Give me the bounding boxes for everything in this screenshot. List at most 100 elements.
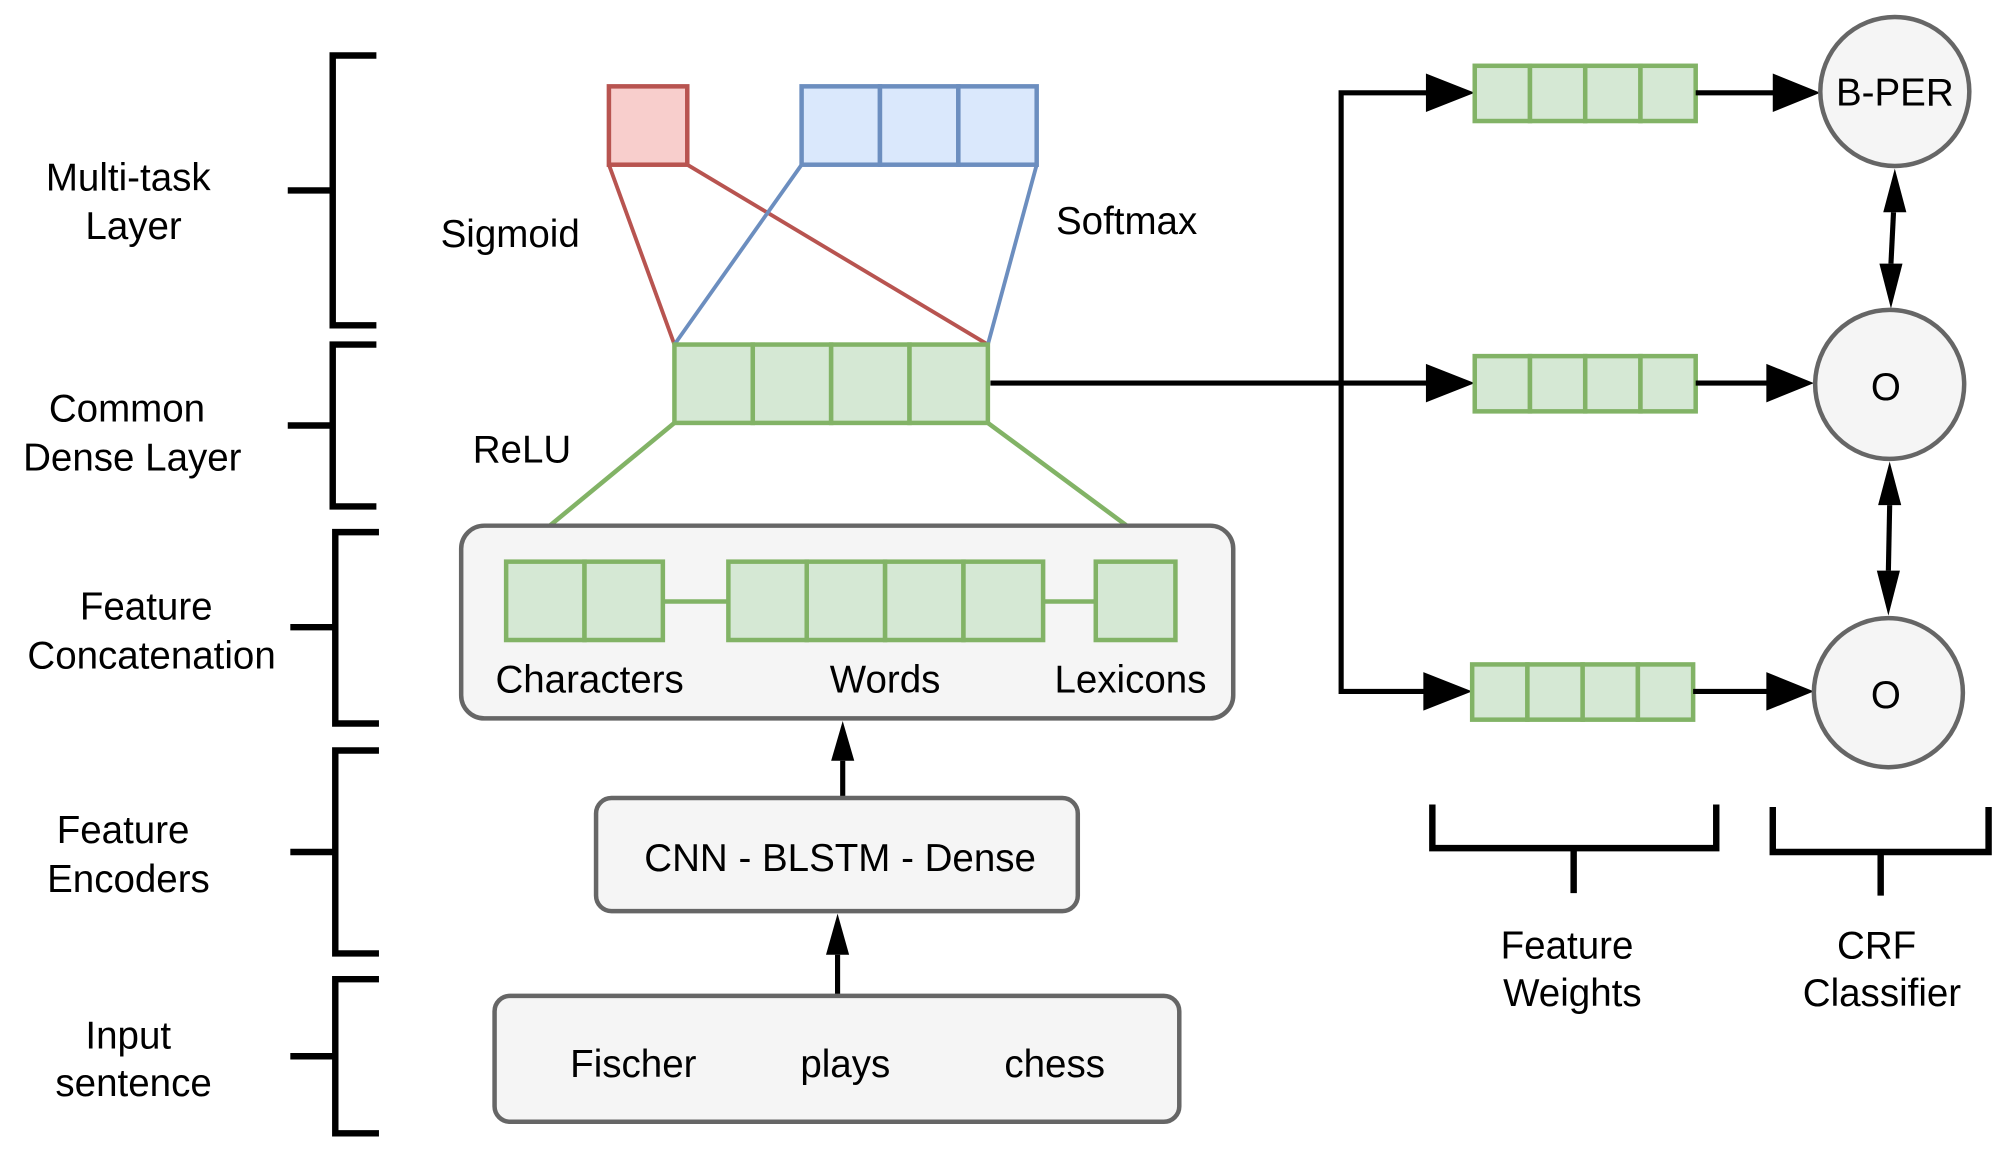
dense-cell	[672, 342, 756, 426]
layer-label-concat: Feature Concatenation	[27, 585, 275, 677]
weight-cell	[1472, 63, 1533, 124]
weight-cell	[1525, 662, 1585, 722]
lexicons-cell	[1093, 559, 1178, 643]
dense-layer-vector	[672, 342, 991, 426]
softmax-connection-left	[672, 163, 804, 346]
characters-cell	[503, 559, 587, 643]
arrowhead-down-icon	[1879, 263, 1903, 309]
input-word: plays	[800, 1043, 890, 1086]
feature-weights-bracket	[1429, 804, 1720, 894]
words-cell	[804, 559, 888, 643]
label-line: CRF	[1837, 925, 1916, 968]
weight-cell	[1527, 63, 1588, 124]
layer-label-line: Feature	[57, 809, 190, 852]
words-vector	[726, 559, 1046, 643]
arrowhead-right-icon	[1766, 363, 1814, 403]
lexicons-vector	[1093, 559, 1178, 643]
crf-classifier-bracket	[1769, 807, 1992, 896]
weight-cell	[1638, 63, 1698, 124]
layer-label-line: Feature	[80, 585, 213, 628]
weight-cell	[1582, 353, 1643, 414]
dense-cell	[907, 342, 991, 426]
layer-label-multitask: Multi-task Layer	[46, 156, 221, 248]
arrowhead-up-icon	[826, 913, 850, 955]
input-word: chess	[1004, 1043, 1105, 1086]
layer-label-line: Layer	[85, 205, 182, 248]
feature-weights-label: Feature Weights	[1501, 925, 1644, 1016]
layer-bracket-dense	[287, 341, 377, 510]
arrowhead-right-icon	[1425, 73, 1475, 113]
crf-classifier-label: CRF Classifier	[1803, 925, 1962, 1016]
crf-node-label: O	[1871, 366, 1901, 409]
softmax-cell	[877, 84, 961, 167]
weight-cell	[1638, 353, 1698, 414]
layer-label-line: Encoders	[47, 858, 210, 901]
weight-cell	[1582, 63, 1643, 124]
arrowhead-right-icon	[1772, 73, 1821, 113]
layer-label-encoders: Feature Encoders	[47, 809, 210, 901]
layer-label-input: Input sentence	[55, 1015, 211, 1106]
weight-cell	[1635, 662, 1696, 722]
feature-weights-vector-3	[1469, 662, 1696, 722]
crf-node-label: O	[1871, 674, 1901, 717]
layer-label-dense: Common Dense Layer	[23, 388, 242, 480]
arrowhead-up-icon	[831, 720, 855, 761]
lexicons-label: Lexicons	[1054, 659, 1206, 702]
label-line: Classifier	[1803, 972, 1962, 1015]
layer-label-line: Dense Layer	[23, 436, 242, 479]
characters-cell	[582, 559, 666, 643]
input-word: Fischer	[570, 1043, 696, 1086]
softmax-cell	[799, 84, 883, 167]
layer-label-line: Common	[49, 388, 205, 431]
weight-cell	[1527, 353, 1588, 414]
words-label: Words	[830, 659, 941, 702]
feature-encoder-label: CNN - BLSTM - Dense	[644, 837, 1036, 880]
characters-vector	[503, 559, 666, 643]
label-line: Weights	[1503, 972, 1641, 1015]
softmax-label: Softmax	[1056, 200, 1197, 243]
words-cell	[726, 559, 809, 643]
layer-label-line: Multi-task	[46, 156, 212, 199]
dense-cell	[828, 342, 912, 426]
softmax-cell	[956, 84, 1039, 167]
arrowhead-down-icon	[1876, 570, 1900, 616]
layer-bracket-encoders	[290, 747, 379, 957]
layer-bracket-input	[290, 975, 379, 1137]
arrowhead-up-icon	[1878, 461, 1902, 506]
layer-bracket-concat	[290, 528, 379, 727]
softmax-connection-right	[986, 164, 1039, 346]
sigmoid-connection-right	[686, 163, 989, 347]
label-line: Feature	[1501, 925, 1634, 968]
weight-cell	[1580, 662, 1641, 722]
arrowhead-right-icon	[1425, 363, 1475, 403]
sigmoid-connection-left	[607, 164, 677, 346]
crf-node: O	[1812, 307, 1967, 462]
crf-node: O	[1811, 615, 1966, 770]
dense-cell	[750, 342, 834, 426]
layer-label-line: Concatenation	[27, 634, 275, 677]
feature-weights-vector-1	[1472, 63, 1698, 124]
architecture-diagram: Multi-task Layer Common Dense Layer Feat…	[23, 14, 1992, 1137]
weight-cell	[1469, 662, 1530, 722]
arrowhead-right-icon	[1766, 672, 1814, 711]
feature-weights-vector-2	[1472, 353, 1698, 414]
arrowhead-right-icon	[1423, 672, 1473, 711]
softmax-output-vector	[799, 84, 1039, 167]
arrowhead-up-icon	[1883, 168, 1907, 213]
dense-to-weights-bus	[1338, 90, 1429, 694]
relu-label: ReLU	[473, 429, 571, 472]
words-cell	[882, 559, 966, 643]
layer-bracket-multitask	[287, 52, 377, 329]
sigmoid-cell	[606, 84, 690, 167]
crf-link	[1885, 505, 1893, 571]
words-cell	[961, 559, 1046, 643]
layer-label-line: sentence	[55, 1062, 211, 1105]
sigmoid-output-vector	[606, 84, 690, 167]
sigmoid-label: Sigmoid	[441, 213, 580, 256]
characters-label: Characters	[495, 659, 683, 702]
crf-node: B-PER	[1818, 14, 1972, 169]
crf-node-label: B-PER	[1836, 72, 1954, 115]
crf-link	[1888, 212, 1897, 264]
weight-cell	[1472, 353, 1533, 414]
layer-label-line: Input	[85, 1015, 171, 1058]
